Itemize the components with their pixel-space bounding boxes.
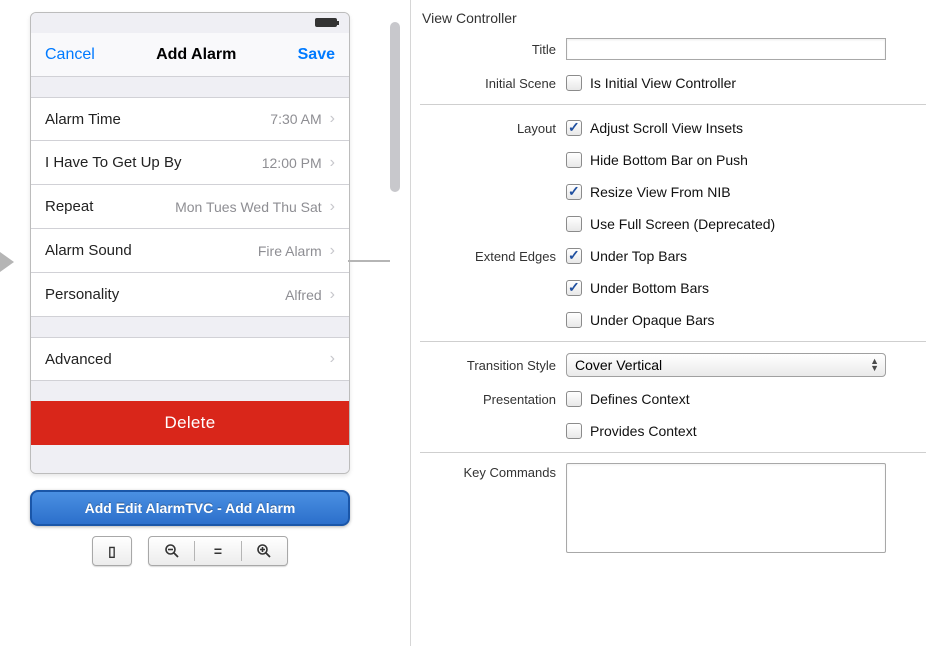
row-repeat[interactable]: Repeat Mon Tues Wed Thu Sat › xyxy=(31,185,349,229)
nav-bar: Cancel Add Alarm Save xyxy=(31,33,349,77)
extend-cb-label-1: Under Bottom Bars xyxy=(590,280,709,296)
delete-button[interactable]: Delete xyxy=(31,401,349,445)
constraints-icon: ▯ xyxy=(108,543,116,560)
phone-preview: Cancel Add Alarm Save Alarm Time 7:30 AM… xyxy=(30,12,350,474)
zoom-out-button[interactable] xyxy=(149,543,194,559)
chevron-right-icon: › xyxy=(330,350,335,368)
row-label: Repeat xyxy=(45,198,93,215)
row-value: 12:00 PM xyxy=(181,155,329,171)
row-value: Mon Tues Wed Thu Sat xyxy=(93,199,329,215)
chevron-right-icon: › xyxy=(330,286,335,304)
section-header: View Controller xyxy=(422,10,926,26)
row-value: Fire Alarm xyxy=(132,243,330,259)
layout-checkbox-1[interactable] xyxy=(566,152,582,168)
extend-checkbox-0[interactable] xyxy=(566,248,582,264)
nav-title: Add Alarm xyxy=(156,46,236,64)
row-value: Alfred xyxy=(119,287,329,303)
layout-cb-label-0: Adjust Scroll View Insets xyxy=(590,120,743,136)
zoom-actual-icon: = xyxy=(214,543,222,559)
row-alarm-time[interactable]: Alarm Time 7:30 AM › xyxy=(31,97,349,141)
layout-label: Layout xyxy=(420,121,566,136)
segue-arrow-icon xyxy=(0,252,14,272)
chevron-right-icon: › xyxy=(330,198,335,216)
chevron-right-icon: › xyxy=(330,154,335,172)
layout-checkbox-3[interactable] xyxy=(566,216,582,232)
save-button[interactable]: Save xyxy=(298,46,335,64)
row-label: Personality xyxy=(45,286,119,303)
row-get-up-by[interactable]: I Have To Get Up By 12:00 PM › xyxy=(31,141,349,185)
initial-scene-label: Initial Scene xyxy=(420,76,566,91)
scroll-indicator[interactable] xyxy=(390,22,400,192)
row-label: Advanced xyxy=(45,351,112,368)
row-personality[interactable]: Personality Alfred › xyxy=(31,273,349,317)
presentation-cb-label-1: Provides Context xyxy=(590,423,697,439)
pane-divider xyxy=(410,0,411,646)
initial-scene-cb-label: Is Initial View Controller xyxy=(590,75,736,91)
zoom-group: = xyxy=(148,536,288,566)
cancel-button[interactable]: Cancel xyxy=(45,46,95,64)
selection-connector xyxy=(348,260,390,262)
presentation-label: Presentation xyxy=(420,392,566,407)
layout-checkbox-0[interactable] xyxy=(566,120,582,136)
transition-style-label: Transition Style xyxy=(420,358,566,373)
extend-edges-label: Extend Edges xyxy=(420,249,566,264)
layout-cb-label-2: Resize View From NIB xyxy=(590,184,731,200)
title-label: Title xyxy=(420,42,566,57)
extend-checkbox-2[interactable] xyxy=(566,312,582,328)
row-alarm-sound[interactable]: Alarm Sound Fire Alarm › xyxy=(31,229,349,273)
extend-cb-label-0: Under Top Bars xyxy=(590,248,687,264)
row-label: Alarm Sound xyxy=(45,242,132,259)
row-advanced[interactable]: Advanced › xyxy=(31,337,349,381)
status-bar xyxy=(31,13,349,33)
zoom-in-button[interactable] xyxy=(242,543,287,559)
row-label: Alarm Time xyxy=(45,111,121,128)
battery-icon xyxy=(315,18,337,27)
layout-cb-label-1: Hide Bottom Bar on Push xyxy=(590,152,748,168)
row-value: 7:30 AM xyxy=(121,111,330,127)
zoom-actual-button[interactable]: = xyxy=(195,543,240,559)
chevron-right-icon: › xyxy=(330,242,335,260)
key-commands-label: Key Commands xyxy=(420,463,566,480)
key-commands-box[interactable] xyxy=(566,463,886,553)
presentation-checkbox-1[interactable] xyxy=(566,423,582,439)
transition-style-select[interactable]: Cover Vertical ▲▼ xyxy=(566,353,886,377)
presentation-cb-label-0: Defines Context xyxy=(590,391,690,407)
title-input[interactable] xyxy=(566,38,886,60)
chevron-right-icon: › xyxy=(330,110,335,128)
select-arrows-icon: ▲▼ xyxy=(870,358,879,372)
extend-cb-label-2: Under Opaque Bars xyxy=(590,312,715,328)
inspector-panel: View Controller Title Initial Scene Is I… xyxy=(390,0,936,646)
layout-cb-label-3: Use Full Screen (Deprecated) xyxy=(590,216,775,232)
extend-checkbox-1[interactable] xyxy=(566,280,582,296)
canvas-toolbar: ▯ = xyxy=(30,536,350,566)
zoom-out-icon xyxy=(164,543,180,559)
row-label: I Have To Get Up By xyxy=(45,154,181,171)
selection-badge[interactable]: Add Edit AlarmTVC - Add Alarm xyxy=(30,490,350,526)
transition-style-value: Cover Vertical xyxy=(575,357,662,373)
constraints-button[interactable]: ▯ xyxy=(92,536,132,566)
zoom-in-icon xyxy=(256,543,272,559)
initial-scene-checkbox[interactable] xyxy=(566,75,582,91)
layout-checkbox-2[interactable] xyxy=(566,184,582,200)
presentation-checkbox-0[interactable] xyxy=(566,391,582,407)
